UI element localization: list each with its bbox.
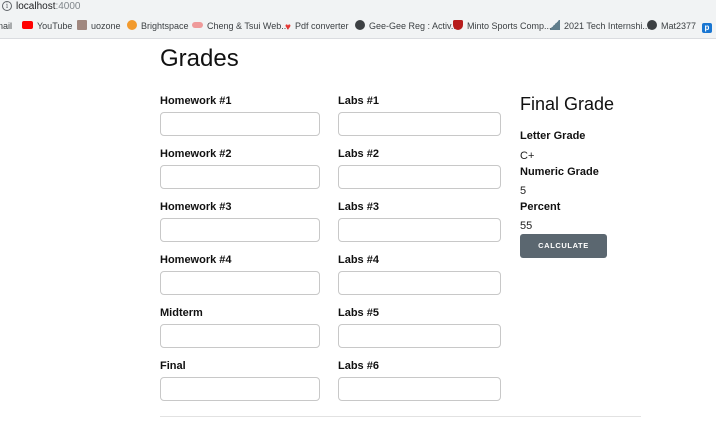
midterm-input[interactable] [160, 324, 320, 348]
homework2-label: Homework #2 [160, 148, 232, 160]
bookmark-label: uozone [91, 21, 121, 31]
globe-icon [647, 20, 657, 30]
calculate-button[interactable]: CALCULATE [520, 234, 607, 258]
bookmark-p[interactable]: p [702, 20, 716, 33]
homework3-label: Homework #3 [160, 201, 232, 213]
letter-grade-value: C+ [520, 150, 535, 162]
url-host: localhost [16, 1, 56, 12]
bookmark-label: Brightspace [141, 21, 189, 31]
globe-icon [355, 20, 365, 30]
bookmark-minto-sports[interactable]: Minto Sports Comp... [453, 20, 552, 33]
bookmark-label: nail [0, 21, 13, 31]
labs2-input[interactable] [338, 165, 501, 189]
bookmark-label: Pdf converter [294, 21, 349, 31]
labs1-label: Labs #1 [338, 95, 379, 107]
page-divider [160, 416, 641, 417]
bookmark-tech-internship[interactable]: 2021 Tech Internshi... [550, 20, 650, 33]
address-bar[interactable]: i localhost:4000 [0, 0, 716, 14]
url-port: :4000 [55, 1, 81, 12]
bookmark-label: Minto Sports Comp... [467, 21, 552, 31]
labs2-label: Labs #2 [338, 148, 379, 160]
labs1-input[interactable] [338, 112, 501, 136]
heart-icon: ♥ [285, 22, 291, 33]
brightspace-icon [127, 20, 137, 30]
p-icon: p [702, 23, 712, 33]
chart-icon [550, 20, 560, 30]
bookmark-gee-gee-reg[interactable]: Gee-Gee Reg : Activ... [355, 20, 458, 33]
percent-value: 55 [520, 220, 533, 232]
homework1-label: Homework #1 [160, 95, 232, 107]
percent-label: Percent [520, 201, 561, 213]
labs6-label: Labs #6 [338, 360, 379, 372]
bookmark-youtube[interactable]: YouTube [22, 20, 72, 33]
info-icon[interactable]: i [2, 1, 12, 11]
midterm-label: Midterm [160, 307, 203, 319]
url-text[interactable]: localhost:4000 [16, 1, 81, 13]
bookmark-label: Cheng & Tsui Web... [207, 21, 289, 31]
labs5-input[interactable] [338, 324, 501, 348]
bookmark-label: Mat2377 [661, 21, 697, 31]
letter-grade-label: Letter Grade [520, 130, 586, 142]
page-title: Grades [160, 45, 239, 72]
bookmark-brightspace[interactable]: Brightspace [127, 20, 189, 33]
youtube-icon [22, 21, 33, 29]
homework3-input[interactable] [160, 218, 320, 242]
homework2-input[interactable] [160, 165, 320, 189]
final-grade-heading: Final Grade [520, 94, 615, 114]
bookmark-label: YouTube [37, 21, 73, 31]
labs3-input[interactable] [338, 218, 501, 242]
bookmark-gmail[interactable]: nail [0, 20, 12, 33]
labs4-input[interactable] [338, 271, 501, 295]
bookmark-label: 2021 Tech Internshi... [564, 21, 650, 31]
labs3-label: Labs #3 [338, 201, 379, 213]
final-label: Final [160, 360, 186, 372]
shield-icon [453, 20, 463, 30]
labs6-input[interactable] [338, 377, 501, 401]
numeric-grade-value: 5 [520, 185, 527, 197]
bookmark-mat2377[interactable]: Mat2377 [647, 20, 696, 33]
cheng-tsui-icon [192, 22, 203, 28]
homework1-input[interactable] [160, 112, 320, 136]
labs4-label: Labs #4 [338, 254, 379, 266]
bookmark-cheng-tsui[interactable]: Cheng & Tsui Web... [192, 20, 289, 33]
bookmarks-bar: nail YouTube uozone Brightspace Cheng & … [0, 14, 716, 39]
bookmark-uozone[interactable]: uozone [77, 20, 121, 33]
building-icon [77, 20, 87, 30]
bookmark-pdf-converter[interactable]: ♥ Pdf converter [285, 20, 348, 33]
homework4-label: Homework #4 [160, 254, 232, 266]
final-input[interactable] [160, 377, 320, 401]
bookmark-label: Gee-Gee Reg : Activ... [369, 21, 459, 31]
homework4-input[interactable] [160, 271, 320, 295]
numeric-grade-label: Numeric Grade [520, 166, 599, 178]
labs5-label: Labs #5 [338, 307, 379, 319]
